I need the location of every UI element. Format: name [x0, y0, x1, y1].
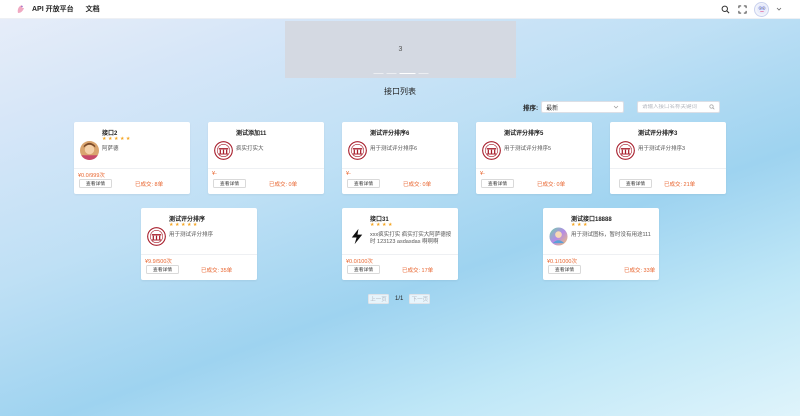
api-card-price: ¥0.1/1000次: [547, 259, 577, 265]
search-icon[interactable]: [720, 4, 730, 14]
search-box: [637, 101, 720, 113]
search-icon[interactable]: [709, 104, 715, 110]
emblem-avatar: [482, 141, 501, 160]
api-card-description: xxx疯实打实 疯实打实大阿萨德按时 123123 asdasdas 啊啊啊: [370, 232, 452, 245]
api-card-title[interactable]: 测试评分排序3: [638, 128, 677, 137]
top-navigation-bar: API 开放平台 文档: [0, 0, 800, 19]
view-details-button[interactable]: 查看详情: [347, 265, 380, 274]
api-card-deals: 已成交: 0单: [403, 182, 432, 188]
rating-stars: ★★★★: [370, 222, 394, 228]
sort-select-value: 最新: [546, 105, 559, 112]
bird-logo-icon[interactable]: [15, 3, 27, 15]
card-divider: [74, 168, 190, 169]
api-card[interactable]: 测试评分排序6 用于测试评分排序6 ¥- 查看详情 已成交: 0单: [342, 122, 458, 194]
api-card-description: 用于测试评分排序: [169, 232, 214, 238]
api-card-deals: 已成交: 35单: [201, 268, 233, 274]
page-indicator: 1/1: [395, 296, 404, 302]
next-page-button[interactable]: 下一页: [409, 294, 431, 304]
sort-control: 排序: 最新: [523, 101, 625, 113]
fullscreen-icon[interactable]: [737, 4, 747, 14]
api-card-title[interactable]: 测试添加11: [236, 128, 266, 137]
carousel-dot[interactable]: [418, 72, 428, 74]
sort-select[interactable]: 最新: [541, 101, 625, 113]
search-input[interactable]: [642, 104, 708, 110]
api-card[interactable]: 测试接口18888 ★★★ 用于测试图标，暂时没有用途111 ¥0.1/1000…: [543, 208, 659, 280]
pagination: 上一页 1/1 下一页: [368, 294, 431, 304]
api-card[interactable]: 接口2 ★★★★★ 阿萨德 ¥0.0/999次 查看详情 已成交: 8单: [74, 122, 190, 194]
api-card-deals: 已成交: 21单: [664, 182, 696, 188]
photo-avatar: [80, 141, 99, 160]
chevron-down-icon: [613, 104, 619, 110]
nav-docs-link[interactable]: 文档: [86, 4, 100, 14]
carousel-dot[interactable]: [373, 72, 383, 74]
view-details-button[interactable]: 查看详情: [481, 179, 514, 188]
api-card-description: 阿萨德: [102, 146, 119, 152]
emblem-avatar: [616, 141, 635, 160]
api-card[interactable]: 测试评分排序5 用于测试评分排序5 ¥- 查看详情 已成交: 0单: [476, 122, 592, 194]
chevron-down-icon[interactable]: [776, 6, 782, 12]
prev-page-button[interactable]: 上一页: [368, 294, 389, 304]
carousel-dot-active[interactable]: [399, 72, 415, 74]
api-card-price: ¥0.0/100次: [346, 259, 373, 265]
card-divider: [476, 168, 592, 169]
rating-stars: ★★★★★: [169, 222, 199, 228]
brand-name[interactable]: API 开放平台: [32, 4, 74, 14]
api-card[interactable]: 测试评分排序 ★★★★★ 用于测试评分排序 ¥9.9/500次 查看详情 已成交…: [141, 208, 257, 280]
view-details-button[interactable]: 查看详情: [347, 179, 380, 188]
api-card-deals: 已成交: 8单: [135, 182, 164, 188]
colorful-avatar: [549, 227, 568, 246]
emblem-avatar: [214, 141, 233, 160]
api-card-price: ¥-: [212, 171, 217, 177]
toolbar-right: [720, 1, 782, 17]
api-card-price: ¥0.0/999次: [78, 173, 105, 179]
api-card-title[interactable]: 测试评分排序6: [370, 128, 409, 137]
api-card-title[interactable]: 测试评分排序5: [504, 128, 543, 137]
user-avatar-icon[interactable]: [754, 1, 769, 17]
view-details-button[interactable]: 查看详情: [146, 265, 179, 274]
api-card-price: ¥-: [346, 171, 351, 177]
view-details-button[interactable]: 查看详情: [79, 179, 112, 188]
rating-stars: ★★★★★: [102, 136, 132, 142]
api-card-description: 用于测试图标，暂时没有用途111: [571, 232, 651, 238]
section-title: 接口列表: [384, 87, 416, 96]
api-card-price: ¥-: [480, 171, 485, 177]
carousel-dot[interactable]: [386, 72, 396, 74]
emblem-avatar: [147, 227, 166, 246]
api-card-description: 用于测试评分排序3: [638, 146, 686, 152]
api-card[interactable]: 测试评分排序3 用于测试评分排序3 查看详情 已成交: 21单: [610, 122, 726, 194]
emblem-avatar: [348, 141, 367, 160]
api-card-deals: 已成交: 17单: [402, 268, 434, 274]
api-card[interactable]: 接口31 ★★★★ xxx疯实打实 疯实打实大阿萨德按时 123123 asda…: [342, 208, 458, 280]
api-card-deals: 已成交: 33单: [624, 268, 656, 274]
card-divider: [342, 254, 458, 255]
api-card-description: 疯实打实大: [236, 146, 264, 152]
api-card-price: ¥9.9/500次: [145, 259, 172, 265]
bolt-avatar: [348, 227, 367, 246]
card-divider: [610, 168, 726, 169]
api-card-description: 用于测试评分排序6: [370, 146, 418, 152]
api-card[interactable]: 测试添加11 疯实打实大 ¥- 查看详情 已成交: 0单: [208, 122, 324, 194]
view-details-button[interactable]: 查看详情: [548, 265, 581, 274]
api-card-deals: 已成交: 0单: [537, 182, 566, 188]
carousel-slide-number: 3: [398, 46, 403, 53]
card-divider: [208, 168, 324, 169]
banner-carousel[interactable]: 3: [285, 21, 516, 78]
view-details-button[interactable]: 查看详情: [213, 179, 246, 188]
rating-stars: ★★★: [571, 222, 589, 228]
api-card-description: 用于测试评分排序5: [504, 146, 552, 152]
carousel-dots: [373, 72, 428, 74]
card-divider: [543, 254, 659, 255]
view-details-button[interactable]: 查看详情: [619, 179, 652, 188]
card-divider: [342, 168, 458, 169]
sort-label: 排序:: [523, 105, 539, 112]
card-divider: [141, 254, 257, 255]
api-card-deals: 已成交: 0单: [269, 182, 298, 188]
